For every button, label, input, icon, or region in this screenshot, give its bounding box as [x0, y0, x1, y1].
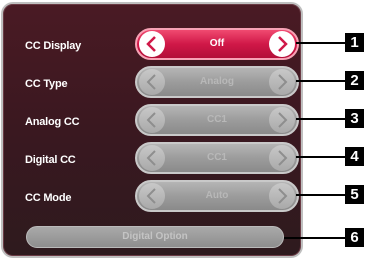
chevron-right-icon[interactable]	[269, 145, 295, 171]
cc-type-selector[interactable]: Analog	[135, 66, 299, 98]
cc-mode-value: Auto	[205, 190, 229, 201]
chevron-left-icon[interactable]	[139, 31, 165, 57]
cc-display-label: CC Display	[25, 40, 82, 52]
chevron-right-icon[interactable]	[269, 31, 295, 57]
analog-cc-selector[interactable]: CC1	[135, 104, 299, 136]
callout-number-4: 4	[345, 147, 364, 166]
cc-settings-panel: CC Display Off CC Type Analog Analog CC …	[1, 2, 303, 258]
digital-cc-label: Digital CC	[25, 154, 76, 166]
cc-type-label: CC Type	[25, 78, 68, 90]
chevron-left-icon[interactable]	[139, 183, 165, 209]
analog-cc-value: CC1	[206, 114, 227, 125]
callout-line-4	[296, 156, 345, 158]
callout-line-6	[284, 237, 345, 239]
cc-type-value: Analog	[200, 76, 234, 87]
callout-line-3	[296, 118, 345, 120]
callout-number-1: 1	[345, 33, 364, 52]
callout-line-2	[296, 80, 345, 82]
chevron-right-icon[interactable]	[269, 69, 295, 95]
cc-display-value: Off	[209, 38, 225, 49]
cc-display-selector[interactable]: Off	[135, 28, 299, 60]
callout-line-1	[296, 42, 345, 44]
callout-number-6: 6	[345, 228, 364, 247]
cc-mode-label: CC Mode	[25, 192, 72, 204]
analog-cc-label: Analog CC	[25, 116, 80, 128]
callout-number-3: 3	[345, 109, 364, 128]
chevron-right-icon[interactable]	[269, 107, 295, 133]
callout-number-5: 5	[345, 185, 364, 204]
digital-cc-value: CC1	[206, 152, 227, 163]
cc-mode-selector[interactable]: Auto	[135, 180, 299, 212]
digital-cc-selector[interactable]: CC1	[135, 142, 299, 174]
chevron-left-icon[interactable]	[139, 107, 165, 133]
chevron-left-icon[interactable]	[139, 69, 165, 95]
digital-option-button[interactable]: Digital Option	[26, 226, 284, 248]
callout-number-2: 2	[345, 71, 364, 90]
chevron-right-icon[interactable]	[269, 183, 295, 209]
chevron-left-icon[interactable]	[139, 145, 165, 171]
callout-line-5	[296, 194, 345, 196]
